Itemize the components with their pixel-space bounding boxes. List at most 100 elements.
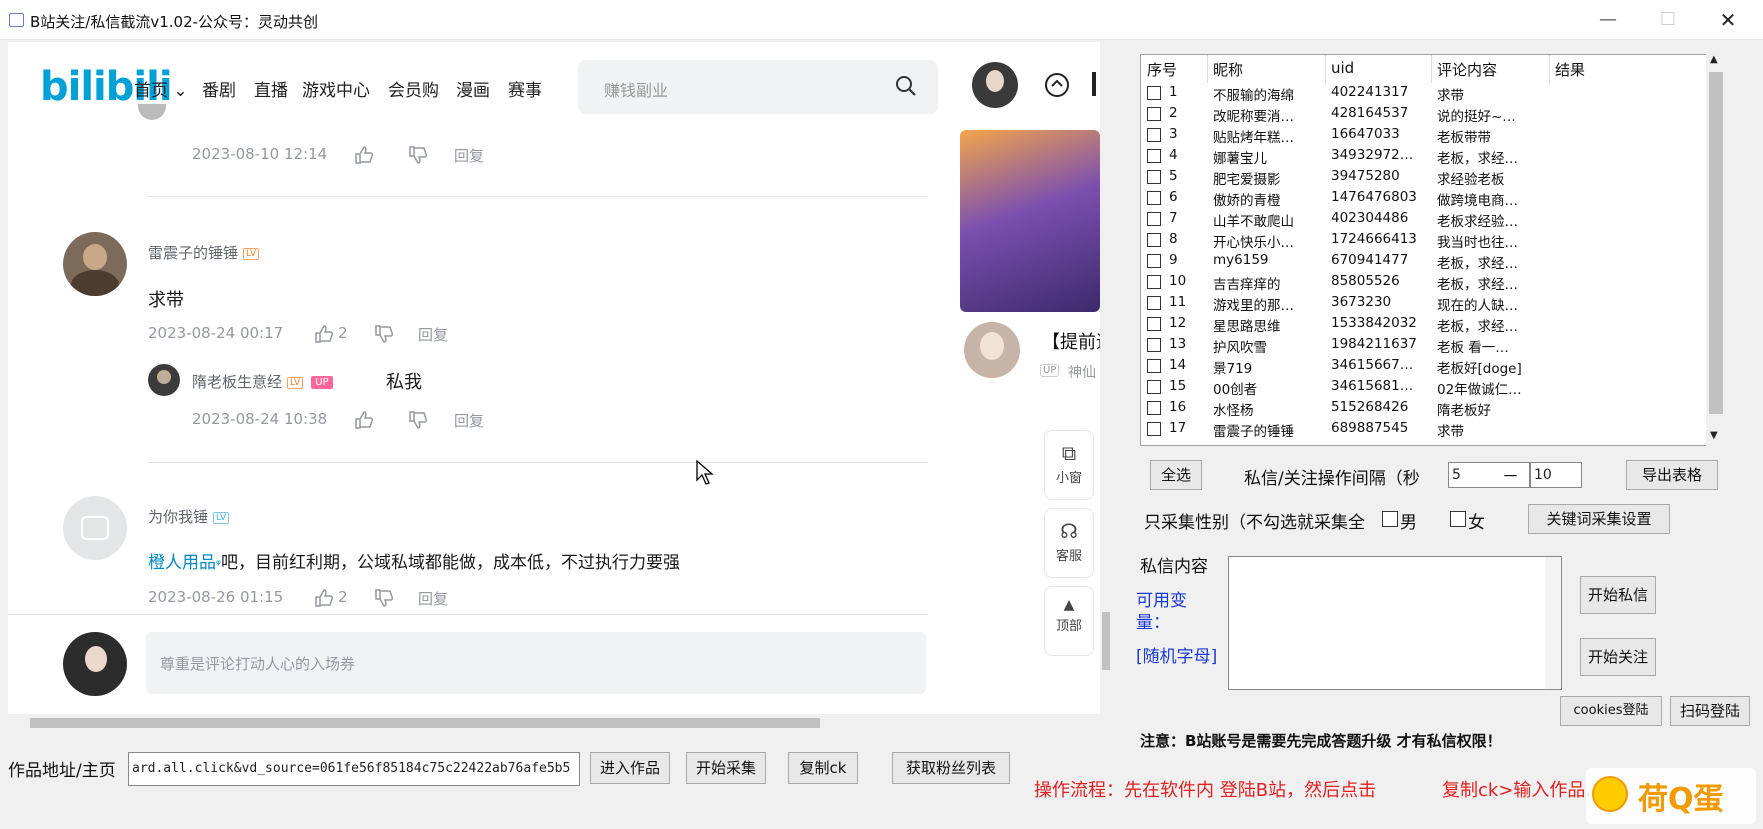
search-icon[interactable] [894,74,918,98]
search-box[interactable]: 赚钱副业 [578,60,938,114]
get-fans-button[interactable]: 获取粉丝列表 [892,752,1010,784]
table-row[interactable]: 8 开心快乐小… 1724666413 我当时也往… [1141,230,1701,251]
video-thumbnail[interactable] [960,130,1100,312]
col-header-comment[interactable]: 评论内容 [1437,59,1497,80]
table-row[interactable]: 16 水怪杨 515268426 隋老板好 [1141,398,1701,419]
nav-live[interactable]: 直播 [254,76,288,101]
browser-hscroll[interactable] [8,714,1100,732]
avatar[interactable] [964,322,1020,378]
row-checkbox[interactable] [1147,128,1161,142]
work-url-input[interactable]: ard.all.click&vd_source=061fe56f85184c75… [128,752,580,786]
enter-work-button[interactable]: 进入作品 [590,752,670,784]
col-header-nickname[interactable]: 昵称 [1213,59,1243,80]
row-checkbox[interactable] [1147,191,1161,205]
cookies-login-button[interactable]: cookies登陆 [1560,696,1662,726]
nav-game-center[interactable]: 游戏中心 [302,76,370,101]
close-button[interactable]: ✕ [1710,6,1746,34]
like-icon[interactable] [354,411,374,429]
copy-ck-button[interactable]: 复制ck [788,752,858,784]
comment-user[interactable]: 雷震子的锤锤 LV [148,242,260,263]
dislike-icon[interactable] [374,325,394,343]
table-row[interactable]: 9 my6159 670941477 老板，求经… [1141,251,1701,272]
col-header-result[interactable]: 结果 [1555,59,1585,80]
like-icon[interactable] [314,325,334,343]
table-row[interactable]: 11 游戏里的那… 3673230 现在的人缺… [1141,293,1701,314]
table-row[interactable]: 10 吉吉痒痒的 85805526 老板，求经… [1141,272,1701,293]
keyword-settings-button[interactable]: 关键词采集设置 [1528,504,1670,534]
row-checkbox[interactable] [1147,107,1161,121]
table-row[interactable]: 14 景719 34615667… 老板好[doge] [1141,356,1701,377]
table-row[interactable]: 7 山羊不敢爬山 402304486 老板求经验… [1141,209,1701,230]
row-checkbox[interactable] [1147,380,1161,394]
dislike-icon[interactable] [408,146,428,164]
row-checkbox[interactable] [1147,212,1161,226]
nav-anime[interactable]: 番剧 [202,76,236,101]
minimize-button[interactable]: — [1590,6,1626,34]
customer-service-button[interactable]: ☊ 客服 [1044,508,1094,578]
start-dm-button[interactable]: 开始私信 [1580,576,1656,614]
table-row[interactable]: 1 不服输的海绵 402241317 求带 [1141,83,1701,104]
table-vscroll[interactable]: ▲ ▼ [1706,54,1726,446]
start-follow-button[interactable]: 开始关注 [1580,638,1656,676]
start-collect-button[interactable]: 开始采集 [686,752,766,784]
random-letter-variable[interactable]: [随机字母] [1136,646,1222,668]
col-header-index[interactable]: 序号 [1147,59,1177,80]
col-header-uid[interactable]: uid [1331,59,1354,77]
row-checkbox[interactable] [1147,254,1161,268]
reply-link[interactable]: 回复 [454,145,484,166]
back-to-top-button[interactable]: ▲ 顶部 [1044,586,1094,656]
reply-link[interactable]: 回复 [418,324,448,345]
row-checkbox[interactable] [1147,233,1161,247]
male-checkbox[interactable] [1382,511,1398,527]
table-row[interactable]: 15 00创者 34615681… 02年做诚仁… [1141,377,1701,398]
browser-vscroll[interactable] [1100,42,1112,714]
nav-manga[interactable]: 漫画 [456,76,490,101]
row-checkbox[interactable] [1147,401,1161,415]
row-checkbox[interactable] [1147,317,1161,331]
nav-home[interactable]: 首页 ⌄ [134,76,188,101]
table-row[interactable]: 12 星思路思维 1533842032 老板，求经… [1141,314,1701,335]
reply-input[interactable]: 尊重是评论打动人心的入场券 [146,632,926,694]
reply-link[interactable]: 回复 [454,410,484,431]
row-checkbox[interactable] [1147,359,1161,373]
table-row[interactable]: 13 护风吹雪 1984211637 老板 看一… [1141,335,1701,356]
like-icon[interactable] [314,589,334,607]
results-table[interactable]: 序号 昵称 uid 评论内容 结果 1 不服输的海绵 402241317 求带 2 改昵称… [1140,54,1710,446]
recommend-title[interactable]: 【提前追 [1042,328,1100,354]
reply-link[interactable]: 回复 [418,588,448,609]
row-checkbox[interactable] [1147,275,1161,289]
row-checkbox[interactable] [1147,86,1161,100]
product-link[interactable]: 橙人用品 [148,553,216,573]
avatar[interactable] [63,232,127,296]
comment-user[interactable]: 为你我锤 LV [148,506,230,527]
row-checkbox[interactable] [1147,149,1161,163]
like-icon[interactable] [354,146,374,164]
premium-icon[interactable] [1044,72,1070,98]
female-checkbox[interactable] [1450,511,1466,527]
row-checkbox[interactable] [1147,422,1161,436]
dislike-icon[interactable] [374,589,394,607]
dislike-icon[interactable] [408,411,428,429]
row-checkbox[interactable] [1147,170,1161,184]
comment-user[interactable]: 隋老板生意经 LV UP [192,371,333,392]
table-row[interactable]: 3 贴贴烤年糕… 16647033 老板带带 [1141,125,1701,146]
row-checkbox[interactable] [1147,338,1161,352]
nav-mall[interactable]: 会员购 [388,76,439,101]
dm-content-textarea[interactable] [1228,556,1562,690]
avatar[interactable] [148,364,180,396]
user-avatar[interactable] [972,62,1018,108]
interval-max-input[interactable]: 10 [1530,462,1582,488]
table-row[interactable]: 5 肥宅爱摄影 39475280 求经验老板 [1141,167,1701,188]
table-row[interactable]: 6 傲娇的青橙 1476476803 做跨境电商… [1141,188,1701,209]
recommend-author[interactable]: 神仙 [1068,362,1096,382]
qr-login-button[interactable]: 扫码登陆 [1670,696,1750,726]
table-row[interactable]: 17 雷震子的锤锤 689887545 求带 [1141,419,1701,440]
avatar[interactable] [63,496,127,560]
table-row[interactable]: 4 娜薯宝儿 34932972… 老板，求经… [1141,146,1701,167]
table-row[interactable]: 2 改昵称要消… 428164537 说的挺好~… [1141,104,1701,125]
mini-window-button[interactable]: ⧉ 小窗 [1044,430,1094,500]
maximize-button[interactable]: ☐ [1650,6,1686,34]
nav-esports[interactable]: 赛事 [508,76,542,101]
export-button[interactable]: 导出表格 [1626,460,1718,490]
message-icon[interactable] [1092,72,1096,96]
